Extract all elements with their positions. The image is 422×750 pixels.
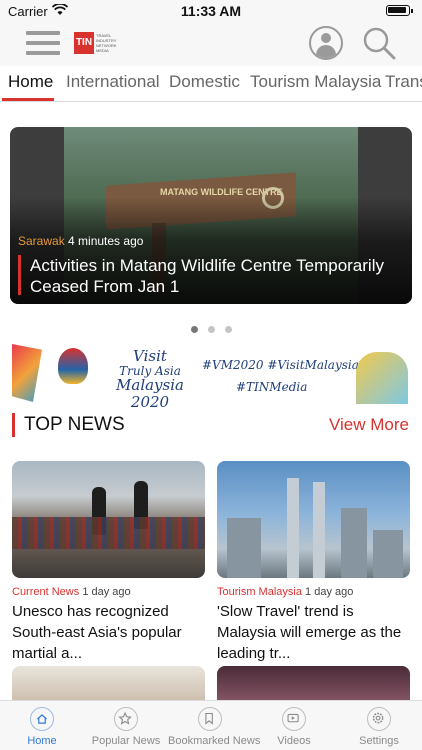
news-title[interactable]: Unesco has recognized South-east Asia's … [12, 601, 205, 664]
news-time: 1 day ago [305, 586, 354, 598]
carousel-dot[interactable] [225, 326, 232, 333]
tab-bar-label: Home [27, 735, 57, 747]
play-icon [282, 707, 306, 731]
building [341, 508, 367, 578]
visit-malaysia-banner[interactable]: Visit Truly Asia Malaysia 2020 #VM2020 #… [12, 342, 410, 411]
news-category[interactable]: Current News [12, 586, 79, 598]
star-icon [114, 707, 138, 731]
menu-icon[interactable] [26, 31, 60, 57]
carousel-dot[interactable] [208, 326, 215, 333]
tab-bar-bookmarked[interactable]: Bookmarked News [168, 707, 261, 747]
search-icon[interactable] [362, 26, 396, 60]
building [373, 530, 403, 578]
tab-bar-label: Settings [359, 735, 399, 747]
tab-bar-home[interactable]: Home [0, 707, 84, 747]
banner-decoration-right [356, 352, 408, 404]
news-card[interactable]: Tourism Malaysia 1 day ago 'Slow Travel'… [217, 461, 410, 664]
app-header: TIN TRAVEL INDUSTRY NETWORK MEDIA [0, 22, 422, 66]
news-meta: Tourism Malaysia 1 day ago [217, 586, 410, 598]
carousel-dots [191, 320, 242, 338]
vm2020-mascot-logo [58, 348, 88, 384]
logo-mark: TIN [74, 32, 94, 54]
section-accent-bar [12, 413, 15, 437]
carousel-dot[interactable] [191, 326, 198, 333]
tab-bar-label: Videos [277, 735, 311, 747]
petronas-tower [313, 482, 325, 578]
battery-icon [386, 5, 413, 16]
building [227, 518, 261, 578]
featured-carousel[interactable]: MATANG WILDLIFE CENTRE Sarawak 4 minutes… [10, 127, 412, 304]
home-icon [30, 707, 54, 731]
news-category[interactable]: Tourism Malaysia [217, 586, 302, 598]
category-tabs: Home International Domestic Tourism Mala… [0, 66, 422, 102]
tab-bar-videos[interactable]: Videos [252, 707, 336, 747]
tab-bar-label: Popular News [91, 735, 161, 747]
tab-tourism-malaysia[interactable]: Tourism Malaysia [250, 72, 381, 92]
logo-text: TRAVEL INDUSTRY NETWORK MEDIA [96, 33, 117, 53]
tab-domestic[interactable]: Domestic [169, 72, 240, 92]
featured-accent-bar [18, 255, 21, 295]
tab-home[interactable]: Home [8, 72, 53, 92]
news-image [12, 461, 205, 578]
view-more-link[interactable]: View More [329, 415, 409, 435]
bookmark-icon [198, 707, 222, 731]
tab-international[interactable]: International [66, 72, 160, 92]
active-tab-indicator [2, 98, 54, 101]
visit-malaysia-logo: Visit Truly Asia Malaysia 2020 [110, 348, 190, 411]
featured-category[interactable]: Sarawak [18, 234, 65, 248]
app-logo: TIN TRAVEL INDUSTRY NETWORK MEDIA [74, 32, 118, 54]
news-image [217, 461, 410, 578]
banner-decoration-left [12, 344, 42, 402]
crowd [12, 517, 205, 549]
tab-bar-settings[interactable]: Settings [337, 707, 421, 747]
visit-line1: Visit [133, 347, 167, 365]
visit-line3: Malaysia [116, 376, 184, 394]
clock: 11:33 AM [180, 3, 242, 19]
featured-meta: Sarawak 4 minutes ago [18, 234, 143, 248]
featured-time: 4 minutes ago [68, 234, 144, 248]
status-bar: Carrier 11:33 AM [0, 0, 422, 22]
news-time: 1 day ago [82, 586, 131, 598]
top-news-heading: TOP NEWS [24, 414, 125, 435]
tab-bar-popular[interactable]: Popular News [84, 707, 168, 747]
tab-trans[interactable]: Trans [385, 72, 422, 92]
user-icon[interactable] [309, 26, 343, 60]
news-title[interactable]: 'Slow Travel' trend is Malaysia will eme… [217, 601, 410, 664]
visit-line4: 2020 [130, 393, 170, 411]
petronas-tower [287, 478, 299, 578]
tab-bar-label: Bookmarked News [168, 735, 261, 747]
featured-title[interactable]: Activities in Matang Wildlife Centre Tem… [30, 255, 404, 297]
bottom-tab-bar: Home Popular News Bookmarked News Videos… [0, 700, 422, 750]
news-meta: Current News 1 day ago [12, 586, 205, 598]
gear-icon [367, 707, 391, 731]
news-card[interactable]: Current News 1 day ago Unesco has recogn… [12, 461, 205, 664]
